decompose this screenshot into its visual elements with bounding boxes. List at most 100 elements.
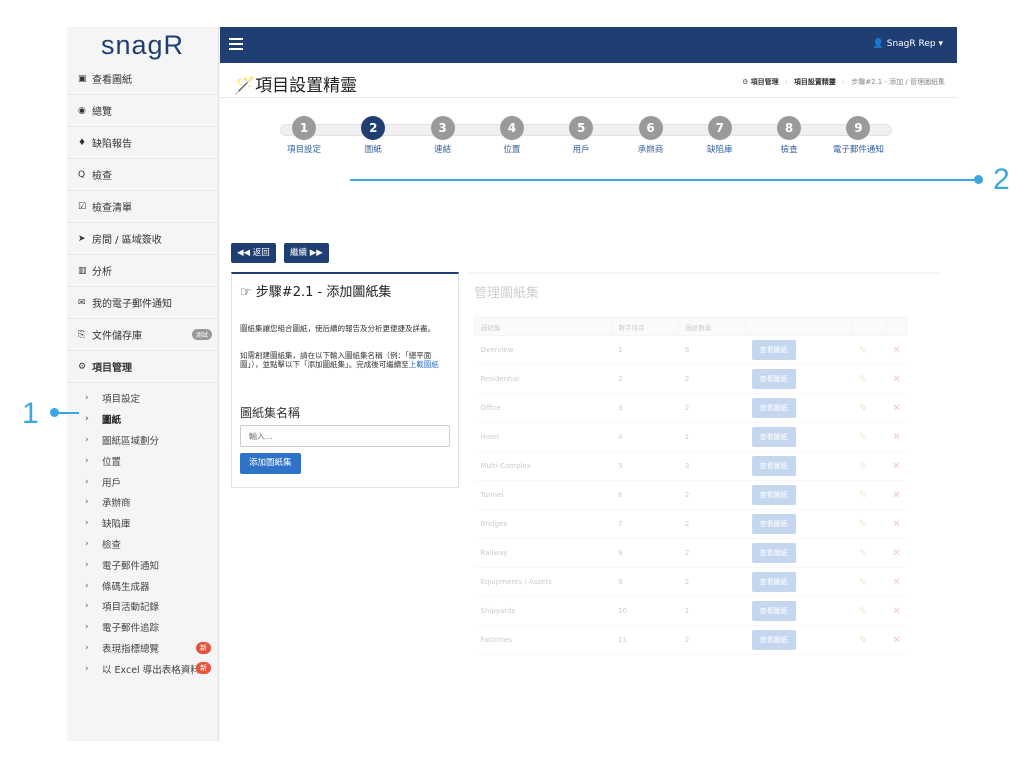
submenu-item[interactable]: › 檢查	[67, 534, 218, 555]
view-drawings-button[interactable]: 查看圖紙	[751, 398, 796, 418]
step-number: 1	[292, 116, 316, 140]
sidebar-item[interactable]: ♦ 缺陷報告	[67, 127, 218, 159]
sidebar-item[interactable]: Q 檢查	[67, 159, 218, 191]
back-button[interactable]: ◀◀ 返回	[231, 243, 276, 263]
submenu-item-label: 電子郵件追踪	[102, 623, 160, 635]
sidebar: snagR ▣ 查看圖紙 ◉ 總覽 ♦ 缺陷報告 Q 檢查 ☑ 檢查清單 ➤ 房間 / 區域簽收 ▥ 分析…	[67, 27, 219, 741]
view-drawings-button[interactable]: 查看圖紙	[751, 572, 796, 592]
wizard-step[interactable]: 8 檢查	[754, 116, 824, 155]
delete-icon[interactable]: ✕	[892, 374, 900, 385]
pencil-icon[interactable]: ✎	[859, 635, 867, 646]
drawing-set-name: Tunnel	[474, 480, 613, 510]
delete-icon[interactable]: ✕	[892, 519, 900, 530]
pencil-icon[interactable]: ✎	[859, 490, 867, 501]
view-drawings-button[interactable]: 查看圖紙	[751, 340, 796, 360]
email-icon: ✉	[78, 297, 86, 308]
submenu-item[interactable]: › 條碼生成器	[67, 575, 218, 596]
user-menu[interactable]: 👤 SnagR Rep ▾	[873, 39, 943, 49]
step-label: 承辦商	[637, 145, 664, 155]
callout-number: 1	[22, 397, 39, 430]
add-drawing-set-button[interactable]: 添加圖紙集	[240, 453, 301, 474]
sidebar-item-label: 房間 / 區域簽收	[92, 235, 162, 246]
sidebar-item[interactable]: ▣ 查看圖紙	[67, 63, 218, 95]
pencil-icon[interactable]: ✎	[859, 461, 867, 472]
sidebar-item[interactable]: ▥ 分析	[67, 255, 218, 287]
view-drawings-button[interactable]: 查看圖紙	[751, 456, 796, 476]
drawing-set-name-input[interactable]	[240, 425, 450, 447]
step-number: 4	[499, 116, 524, 140]
view-drawings-button[interactable]: 查看圖紙	[751, 369, 796, 389]
hand-pointer-icon: ☞	[240, 285, 256, 300]
next-button[interactable]: 繼續 ▶▶	[284, 243, 329, 263]
step-label: 位置	[503, 145, 521, 155]
wizard-step[interactable]: 4 位置	[477, 116, 547, 155]
sidebar-item-label: 檢查	[92, 171, 112, 182]
callout-line	[350, 179, 978, 181]
pencil-icon[interactable]: ✎	[859, 577, 867, 588]
pencil-icon[interactable]: ✎	[859, 519, 867, 530]
submenu-item[interactable]: › 用戶	[67, 471, 218, 492]
pencil-icon[interactable]: ✎	[859, 432, 867, 443]
view-drawings-button[interactable]: 查看圖紙	[751, 485, 796, 505]
pencil-icon[interactable]: ✎	[859, 345, 867, 356]
delete-icon[interactable]: ✕	[892, 403, 900, 414]
submenu-item[interactable]: › 電子郵件追踪	[67, 617, 218, 638]
pencil-icon[interactable]: ✎	[859, 548, 867, 559]
delete-icon[interactable]: ✕	[892, 548, 900, 559]
pencil-icon[interactable]: ✎	[859, 374, 867, 385]
submenu-item[interactable]: › 項目活動記錄	[67, 596, 218, 617]
breadcrumb-item[interactable]: 項目管理	[751, 78, 779, 86]
delete-icon[interactable]: ✕	[892, 345, 900, 356]
chevron-right-icon: ›	[85, 663, 89, 674]
sidebar-item-label: 缺陷報告	[92, 139, 132, 150]
sidebar-item[interactable]: ➤ 房間 / 區域簽收	[67, 223, 218, 255]
submenu-item[interactable]: › 缺陷庫	[67, 513, 218, 534]
drawing-set-name: Shipyards	[474, 596, 613, 626]
submenu-item[interactable]: › 表現指標總覽 新	[67, 638, 218, 659]
submenu-item[interactable]: › 承辦商	[67, 492, 218, 513]
chevron-right-icon: ›	[85, 476, 89, 487]
delete-icon[interactable]: ✕	[892, 432, 900, 443]
submenu-item[interactable]: › 圖紙	[67, 409, 218, 430]
wizard-step[interactable]: 6 承辦商	[616, 116, 686, 155]
step-label: 電子郵件通知	[832, 145, 884, 155]
delete-icon[interactable]: ✕	[892, 490, 900, 501]
delete-icon[interactable]: ✕	[892, 461, 900, 472]
menu-icon[interactable]	[229, 38, 243, 50]
breadcrumb-item[interactable]: 項目設置精靈	[794, 78, 836, 86]
submenu-item[interactable]: › 項目設定	[67, 388, 218, 409]
submenu-item[interactable]: › 電子郵件通知	[67, 554, 218, 575]
view-cell: 查看圖紙	[745, 393, 853, 423]
wizard-step[interactable]: 2 圖紙	[338, 116, 408, 155]
view-drawings-button[interactable]: 查看圖紙	[751, 514, 796, 534]
view-drawings-button[interactable]: 查看圖紙	[751, 543, 796, 563]
wizard-step[interactable]: 3 連結	[408, 116, 478, 155]
pencil-icon[interactable]: ✎	[859, 403, 867, 414]
pencil-icon[interactable]: ✎	[859, 606, 867, 617]
delete-icon[interactable]: ✕	[892, 635, 900, 646]
delete-cell: ✕	[886, 538, 907, 568]
sidebar-item[interactable]: ☑ 檢查清單	[67, 191, 218, 223]
delete-icon[interactable]: ✕	[892, 606, 900, 617]
drawing-set-count: 3	[678, 451, 746, 481]
sidebar-item[interactable]: ◉ 總覽	[67, 95, 218, 127]
wizard-step[interactable]: 1 項目設定	[269, 116, 339, 155]
sidebar-item[interactable]: ⎘ 文件儲存庫 測試	[67, 319, 218, 351]
view-drawings-button[interactable]: 查看圖紙	[751, 630, 796, 650]
upload-drawings-link[interactable]: 上載圖紙	[409, 360, 439, 369]
submenu-item[interactable]: › 圖紙區域劃分	[67, 430, 218, 451]
table-row: Shipyards 10 1 查看圖紙 ✎ ✕	[474, 596, 907, 626]
sidebar-item[interactable]: ⚙ 項目管理	[67, 351, 218, 383]
submenu-item-label: 條碼生成器	[102, 581, 150, 593]
wizard-step[interactable]: 9 電子郵件通知	[823, 116, 893, 155]
wizard-step[interactable]: 7 缺陷庫	[685, 116, 755, 155]
submenu-item[interactable]: › 位置	[67, 450, 218, 471]
view-drawings-button[interactable]: 查看圖紙	[751, 427, 796, 447]
drawing-set-name: Office	[474, 393, 613, 423]
step-label: 用戶	[572, 145, 590, 155]
sidebar-item[interactable]: ✉ 我的電子郵件通知	[67, 287, 218, 319]
submenu-item[interactable]: › 以 Excel 導出表格資料新	[67, 658, 218, 679]
delete-icon[interactable]: ✕	[892, 577, 900, 588]
wizard-step[interactable]: 5 用戶	[546, 116, 616, 155]
view-drawings-button[interactable]: 查看圖紙	[751, 601, 796, 621]
